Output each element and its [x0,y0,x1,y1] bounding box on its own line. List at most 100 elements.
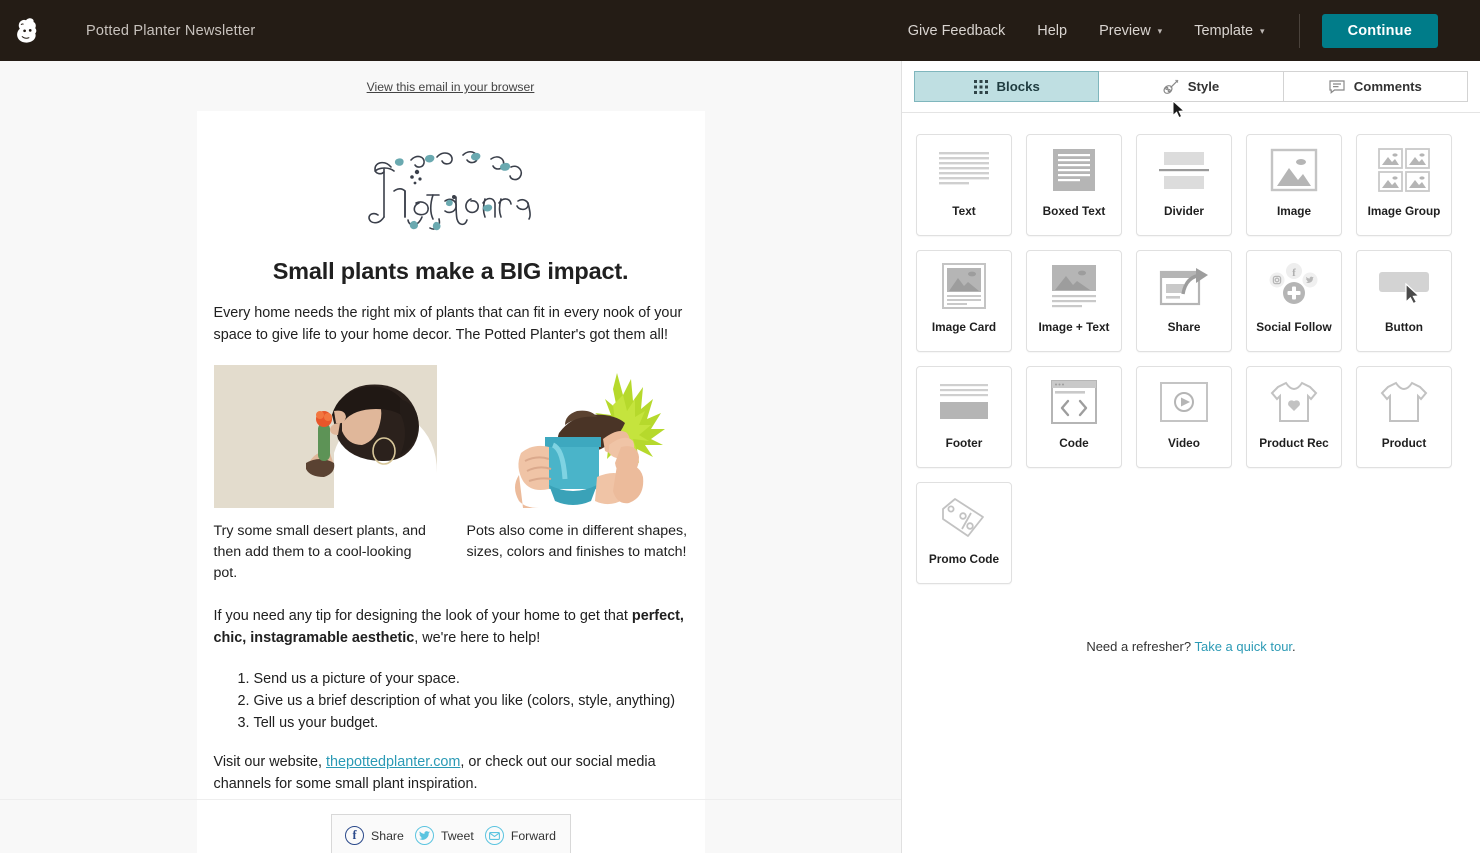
block-video-label: Video [1168,436,1200,450]
mouse-cursor [1172,99,1186,124]
block-button[interactable]: Button [1356,250,1452,352]
chevron-down-icon: ▾ [1157,26,1163,36]
top-bar: Potted Planter Newsletter Give Feedback … [0,0,1480,61]
take-a-quick-tour-link[interactable]: Take a quick tour [1194,639,1292,654]
block-divider[interactable]: Divider [1136,134,1232,236]
block-image-group[interactable]: Image Group [1356,134,1452,236]
block-social-follow[interactable]: f Social Follow [1246,250,1342,352]
code-block-icon [1027,367,1121,437]
refresher-lead: Need a refresher? [1086,639,1195,654]
help-link[interactable]: Help [1021,23,1083,39]
list-item: Tell us your budget. [254,712,688,734]
block-product-rec-label: Product Rec [1259,436,1329,450]
footer-block-icon [917,367,1011,437]
share-block-icon [1137,251,1231,321]
button-block-icon [1357,251,1451,321]
page-title: Small plants make a BIG impact. [272,258,629,284]
image-group: Try some small desert plants, and then a… [213,365,690,584]
view-in-browser-link[interactable]: View this email in your browser [367,80,535,94]
template-menu[interactable]: Template ▾ [1178,23,1280,39]
image-caption-left: Try some small desert plants, and then a… [213,523,426,581]
tip-lead: If you need any tip for designing the lo… [213,608,632,624]
email-body[interactable]: Small plants make a BIG impact. Every ho… [196,111,705,853]
block-text[interactable]: Text [916,134,1012,236]
block-image-label: Image [1276,204,1312,218]
block-boxed-text[interactable]: Boxed Text [1026,134,1122,236]
block-product-rec[interactable]: Product Rec [1246,366,1342,468]
share-twitter-button[interactable]: Tweet [414,826,474,845]
block-code-label: Code [1059,436,1089,450]
preview-menu[interactable]: Preview ▾ [1083,23,1178,39]
steps-list: Send us a picture of your space. Give us… [234,668,688,734]
give-feedback-label: Give Feedback [907,22,1006,39]
block-social-follow-label: Social Follow [1256,320,1332,334]
toolbar-divider [1298,13,1300,48]
block-product[interactable]: Product [1356,366,1452,468]
refresher-tail: . [1292,639,1296,654]
image-hands-with-pot[interactable] [466,365,690,508]
share-block[interactable]: f Share Tweet Forward [330,814,571,853]
image-group-block-icon [1357,135,1451,205]
mailchimp-campaign-builder: Potted Planter Newsletter Give Feedback … [0,0,1480,853]
block-image-text[interactable]: Image + Text [1026,250,1122,352]
panel-tabs: Blocks Style Comments [902,61,1480,113]
block-image-card[interactable]: Image Card [916,250,1012,352]
visit-paragraph: Visit our website, thepottedplanter.com,… [214,752,688,795]
mailchimp-freddie-icon[interactable] [0,0,54,61]
block-share-label: Share [1167,320,1201,334]
view-in-browser-row: View this email in your browser [0,61,901,111]
tip-tail: , we're here to help! [414,629,541,646]
image-woman-kissing-cactus[interactable] [213,365,437,508]
grid-dots-icon [973,79,988,94]
twitter-icon [414,826,434,845]
brand-logo[interactable] [214,129,688,246]
block-code[interactable]: Code [1026,366,1122,468]
list-item: Give us a brief description of what you … [254,690,688,712]
share-forward-button[interactable]: Forward [484,826,556,845]
tab-blocks[interactable]: Blocks [914,71,1100,102]
product-block-icon [1357,367,1451,437]
block-video[interactable]: Video [1136,366,1232,468]
email-preview-canvas[interactable]: View this email in your browser Small pl… [0,61,901,853]
block-image-text-label: Image + Text [1038,320,1110,334]
image-text-block-icon [1027,251,1121,321]
comment-icon [1329,79,1345,94]
preview-label: Preview [1099,22,1151,39]
tab-style[interactable]: Style [1098,71,1284,102]
visit-lead: Visit our website, [213,754,327,770]
email-icon [484,826,504,845]
block-promo-code[interactable]: Promo Code [916,482,1012,584]
list-item: Send us a picture of your space. [254,668,688,690]
svg-text:f: f [1292,267,1296,279]
tweet-label: Tweet [440,828,474,843]
boxed-text-block-icon [1027,135,1121,205]
forward-label: Forward [510,828,556,843]
share-facebook-button[interactable]: f Share [345,826,404,845]
block-share[interactable]: Share [1136,250,1232,352]
blocks-grid: Text Boxed Text Divider Image Image Grou… [902,113,1480,584]
block-footer-label: Footer [945,436,983,450]
image-column-right: Pots also come in different shapes, size… [466,365,690,584]
campaign-title: Potted Planter Newsletter [86,22,256,39]
continue-button[interactable]: Continue [1321,13,1438,48]
block-boxed-text-label: Boxed Text [1042,204,1106,218]
blocks-panel: Blocks Style Comments Text Boxed Text Di… [902,61,1480,853]
block-button-label: Button [1385,320,1423,334]
give-feedback-link[interactable]: Give Feedback [892,23,1022,39]
tab-blocks-label: Blocks [996,79,1040,94]
paintbrush-icon [1163,79,1179,94]
block-footer[interactable]: Footer [916,366,1012,468]
promo-code-block-icon [917,483,1011,553]
website-link[interactable]: thepottedplanter.com [326,754,460,770]
divider-block-icon [1137,135,1231,205]
chevron-down-icon: ▾ [1260,26,1265,36]
help-label: Help [1037,22,1068,39]
refresher-text: Need a refresher? Take a quick tour. [902,584,1480,654]
block-image[interactable]: Image [1246,134,1342,236]
text-block-icon [917,135,1011,205]
image-caption-right: Pots also come in different shapes, size… [466,523,688,560]
facebook-icon: f [345,826,365,845]
block-promo-code-label: Promo Code [928,552,1000,566]
tab-comments[interactable]: Comments [1282,71,1468,102]
top-bar-actions: Give Feedback Help Preview ▾ Template ▾ … [892,0,1480,61]
